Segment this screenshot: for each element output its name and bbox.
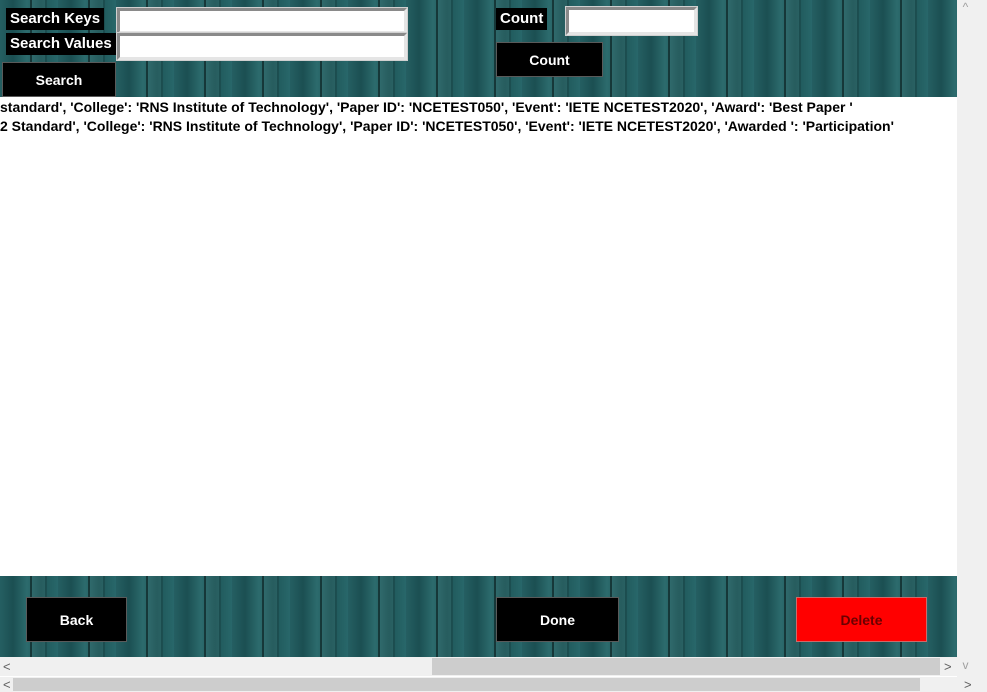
scroll-up-icon[interactable]: ^: [957, 0, 974, 14]
bottom-panel: Back Done Delete: [0, 576, 957, 657]
top-panel: Search Keys Search Values Search Count C…: [0, 0, 957, 97]
count-button[interactable]: Count: [496, 42, 603, 77]
list-item[interactable]: 2 Standard', 'College': 'RNS Institute o…: [0, 117, 894, 136]
scroll-left-icon[interactable]: <: [3, 677, 11, 692]
count-input[interactable]: [565, 6, 698, 36]
scroll-thumb[interactable]: [13, 678, 920, 691]
delete-button[interactable]: Delete: [796, 597, 927, 642]
scroll-right-icon[interactable]: >: [944, 657, 952, 676]
scroll-right-icon[interactable]: >: [964, 677, 972, 692]
done-button[interactable]: Done: [496, 597, 619, 642]
list-item[interactable]: standard', 'College': 'RNS Institute of …: [0, 98, 853, 117]
scroll-down-icon[interactable]: v: [957, 658, 974, 672]
search-keys-input[interactable]: [116, 7, 408, 35]
results-horizontal-scrollbar[interactable]: < >: [0, 657, 957, 676]
count-label: Count: [496, 8, 548, 30]
search-values-input[interactable]: [116, 32, 408, 61]
window-horizontal-scrollbar[interactable]: < >: [0, 677, 987, 692]
search-values-label: Search Values: [6, 33, 116, 55]
results-list[interactable]: standard', 'College': 'RNS Institute of …: [0, 97, 957, 576]
scroll-left-icon[interactable]: <: [3, 657, 11, 676]
search-keys-label: Search Keys: [6, 8, 105, 30]
search-button[interactable]: Search: [2, 62, 116, 97]
back-button[interactable]: Back: [26, 597, 127, 642]
vertical-scrollbar[interactable]: ^ v: [957, 0, 987, 677]
scroll-thumb[interactable]: [432, 658, 940, 675]
